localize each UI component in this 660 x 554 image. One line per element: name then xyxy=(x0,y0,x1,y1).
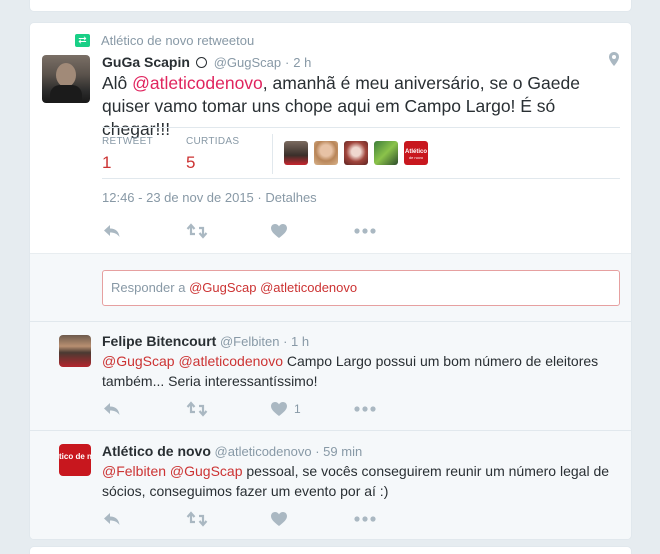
tweet-time[interactable]: 2 h xyxy=(293,55,311,70)
retweet-icon xyxy=(186,511,208,527)
tweet-text-start: Alô xyxy=(102,73,133,93)
author-name[interactable]: GuGa Scapin xyxy=(102,54,190,70)
retweet-icon xyxy=(186,223,208,239)
reply-tweet[interactable]: Felipe Bitencourt @Felbiten · 1 h @GugSc… xyxy=(30,322,631,431)
atletico-logo: Atlético de novo xyxy=(59,452,91,461)
avatar[interactable]: Atlético de novo xyxy=(59,444,91,476)
retweet-context: ⇄ Atlético de novo retweetou xyxy=(75,33,254,48)
more-button[interactable] xyxy=(354,510,438,528)
retweet-count: 1 xyxy=(102,153,112,172)
reply-button[interactable] xyxy=(102,222,186,240)
like-button[interactable] xyxy=(270,510,354,528)
reply-text: @Felbiten @GugScap pessoal, se vocês con… xyxy=(102,461,622,501)
reply-icon xyxy=(104,513,120,525)
reply-button[interactable] xyxy=(102,400,186,418)
retweet-button[interactable] xyxy=(186,400,270,418)
reply-input[interactable]: Responder a @GugScap @atleticodenovo xyxy=(102,270,620,306)
tweet-stats: RETWEET 1 CURTIDAS 5 Atlético de novo xyxy=(102,127,620,179)
previous-tweet-card xyxy=(29,0,632,12)
tweet-actions xyxy=(102,222,438,240)
liker-avatar[interactable] xyxy=(314,141,338,165)
reply-prefix: Responder a xyxy=(111,280,190,295)
reply-mentions[interactable]: @GugScap @atleticodenovo xyxy=(189,280,357,295)
more-button[interactable] xyxy=(354,222,438,240)
more-icon xyxy=(354,406,376,412)
author-name[interactable]: Felipe Bitencourt xyxy=(102,333,216,349)
author-name[interactable]: Atlético de novo xyxy=(102,443,211,459)
stats-divider xyxy=(272,134,273,174)
retweet-icon: ⇄ xyxy=(75,34,90,47)
author-handle[interactable]: @atleticodenovo xyxy=(215,444,312,459)
more-icon xyxy=(354,228,376,234)
reply-text: @GugScap @atleticodenovo Campo Largo pos… xyxy=(102,351,622,391)
next-tweet-card xyxy=(29,546,632,554)
tweet-time[interactable]: 59 min xyxy=(323,444,362,459)
svg-text:Atlético de novo: Atlético de novo xyxy=(59,452,91,461)
avatar[interactable] xyxy=(42,55,90,103)
tweet-actions: 1 xyxy=(102,400,438,418)
soccer-ball-icon xyxy=(195,57,207,68)
tweet-header: GuGa Scapin @GugScap · 2 h xyxy=(102,54,311,70)
heart-icon xyxy=(271,224,287,238)
tweet-actions xyxy=(102,510,438,528)
handle-time-separator: · xyxy=(283,334,288,349)
liker-avatar[interactable]: Atlético de novo xyxy=(404,141,428,165)
liker-avatar[interactable] xyxy=(284,141,308,165)
reply-area: Responder a @GugScap @atleticodenovo xyxy=(30,253,631,322)
retweet-stat[interactable]: RETWEET 1 xyxy=(102,136,153,173)
reply-mentions[interactable]: @Felbiten @GugScap xyxy=(102,463,243,479)
like-button[interactable] xyxy=(270,222,354,240)
tweet-detail-card: ⇄ Atlético de novo retweetou GuGa Scapin… xyxy=(29,22,632,540)
author-handle[interactable]: @Felbiten xyxy=(220,334,279,349)
reply-header: Felipe Bitencourt @Felbiten · 1 h xyxy=(102,333,309,349)
retweet-context-label: Atlético de novo retweetou xyxy=(101,33,255,48)
likes-stat[interactable]: CURTIDAS 5 xyxy=(186,136,239,173)
reply-mentions[interactable]: @GugScap @atleticodenovo xyxy=(102,353,283,369)
tweet-timestamp: 12:46 - 23 de nov de 2015 · Detalhes xyxy=(102,190,317,205)
avatar[interactable] xyxy=(59,335,91,367)
likes-count: 5 xyxy=(186,153,196,172)
reply-button[interactable] xyxy=(102,510,186,528)
atletico-logo: Atlético de novo xyxy=(405,149,427,160)
retweet-button[interactable] xyxy=(186,222,270,240)
like-button[interactable]: 1 xyxy=(270,400,354,418)
handle-time-separator: · xyxy=(285,55,290,70)
likes-label: CURTIDAS xyxy=(186,136,240,147)
more-button[interactable] xyxy=(354,400,438,418)
retweet-button[interactable] xyxy=(186,510,270,528)
handle-time-separator: · xyxy=(315,444,320,459)
tweet-date: 12:46 - 23 de nov de 2015 xyxy=(102,190,254,205)
reply-tweet[interactable]: Atlético de novo Atlético de novo @atlet… xyxy=(30,431,631,539)
reply-header: Atlético de novo @atleticodenovo · 59 mi… xyxy=(102,443,362,459)
svg-text:de novo: de novo xyxy=(409,155,424,160)
liker-avatar[interactable] xyxy=(344,141,368,165)
details-link[interactable]: Detalhes xyxy=(265,190,316,205)
like-count: 1 xyxy=(294,402,301,416)
heart-icon xyxy=(271,402,287,416)
liker-avatar[interactable] xyxy=(374,141,398,165)
retweet-label: RETWEET xyxy=(102,136,153,147)
reply-icon xyxy=(104,225,120,237)
location-pin-icon[interactable] xyxy=(607,51,621,67)
heart-icon xyxy=(271,512,287,526)
mention-link[interactable]: @atleticodenovo xyxy=(132,73,263,93)
reply-icon xyxy=(104,403,120,415)
retweet-icon xyxy=(186,401,208,417)
author-handle[interactable]: @GugScap xyxy=(214,55,281,70)
tweet-time[interactable]: 1 h xyxy=(291,334,309,349)
more-icon xyxy=(354,516,376,522)
